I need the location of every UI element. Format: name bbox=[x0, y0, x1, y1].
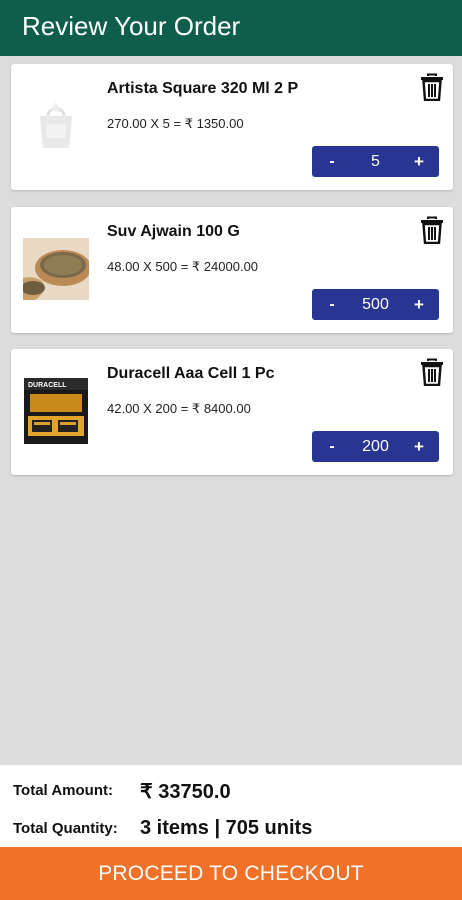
product-name: Duracell Aaa Cell 1 Pc bbox=[107, 365, 275, 382]
checkout-label: PROCEED TO CHECKOUT bbox=[98, 861, 364, 885]
trash-icon bbox=[421, 216, 443, 245]
quantity-stepper: - 500 + bbox=[312, 289, 439, 320]
total-amount-value: ₹ 33750.0 bbox=[140, 781, 231, 803]
app-bar: Review Your Order bbox=[0, 0, 462, 56]
increase-button[interactable]: + bbox=[399, 152, 439, 172]
product-image bbox=[21, 234, 91, 304]
order-summary: Total Amount: ₹ 33750.0 Total Quantity: … bbox=[0, 765, 462, 847]
decrease-button[interactable]: - bbox=[312, 438, 352, 456]
proceed-to-checkout-button[interactable]: PROCEED TO CHECKOUT bbox=[0, 847, 462, 900]
trash-icon bbox=[421, 358, 443, 387]
increase-button[interactable]: + bbox=[399, 437, 439, 457]
quantity-stepper: - 200 + bbox=[312, 431, 439, 462]
total-amount-label: Total Amount: bbox=[13, 782, 113, 799]
decrease-button[interactable]: - bbox=[312, 153, 352, 171]
product-name: Suv Ajwain 100 G bbox=[107, 223, 240, 240]
product-image: DURACELL bbox=[21, 376, 91, 446]
duracell-product-image: DURACELL bbox=[24, 378, 88, 444]
duracell-logo-text: DURACELL bbox=[28, 382, 67, 389]
quantity-value: 5 bbox=[371, 152, 380, 170]
delete-button[interactable] bbox=[419, 73, 445, 102]
price-calculation: 42.00 X 200 = ₹ 8400.00 bbox=[107, 401, 251, 416]
quantity-stepper: - 5 + bbox=[312, 146, 439, 177]
ajwain-product-image bbox=[23, 238, 89, 300]
total-quantity-value: 3 items | 705 units bbox=[140, 817, 313, 839]
price-calculation: 48.00 X 500 = ₹ 24000.00 bbox=[107, 259, 259, 274]
quantity-value: 200 bbox=[362, 437, 389, 455]
increase-button[interactable]: + bbox=[399, 295, 439, 315]
cart-item: Artista Square 320 Ml 2 P 270.00 X 5 = ₹… bbox=[11, 64, 453, 190]
quantity-value: 500 bbox=[362, 295, 389, 313]
product-image bbox=[21, 91, 91, 161]
delete-button[interactable] bbox=[419, 216, 445, 245]
price-calculation: 270.00 X 5 = ₹ 1350.00 bbox=[107, 116, 244, 131]
total-quantity-label: Total Quantity: bbox=[13, 820, 118, 837]
product-name: Artista Square 320 Ml 2 P bbox=[107, 80, 299, 97]
trash-icon bbox=[421, 73, 443, 102]
page-title: Review Your Order bbox=[22, 11, 241, 41]
cart-item: Suv Ajwain 100 G 48.00 X 500 = ₹ 24000.0… bbox=[11, 207, 453, 333]
cart-item: DURACELL Duracell Aaa Cell 1 Pc 42.00 X … bbox=[11, 349, 453, 475]
decrease-button[interactable]: - bbox=[312, 296, 352, 314]
placeholder-bag-icon bbox=[40, 102, 72, 148]
delete-button[interactable] bbox=[419, 358, 445, 387]
